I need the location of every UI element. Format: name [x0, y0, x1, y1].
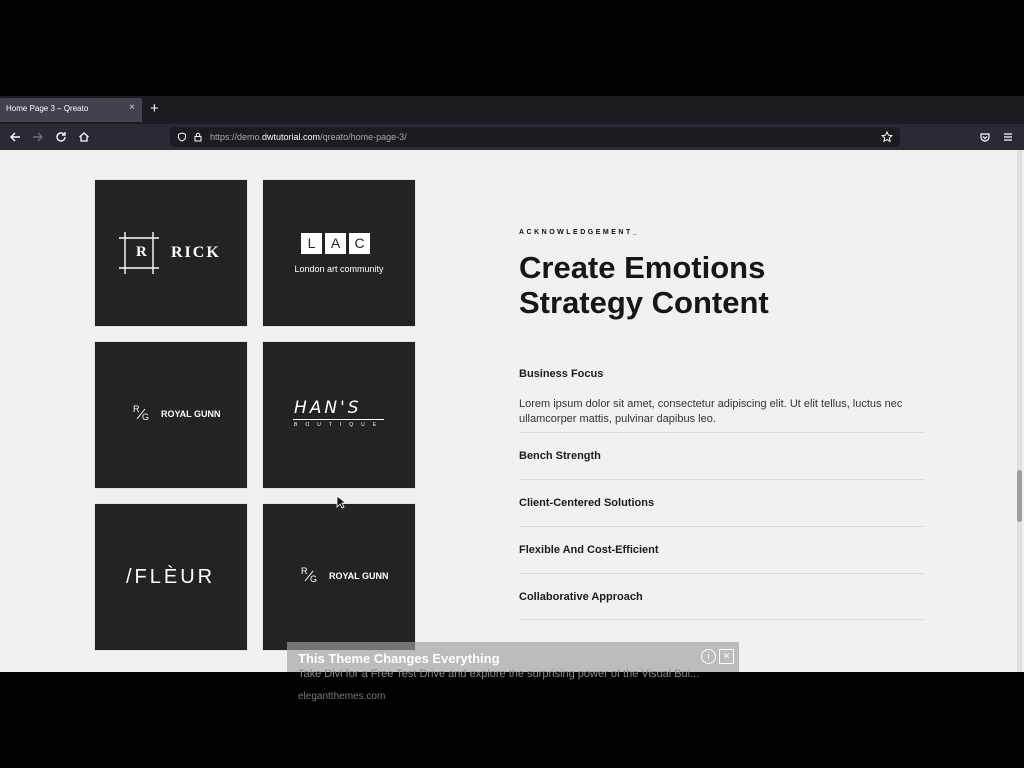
lac-logo-subtitle: London art community — [294, 264, 384, 274]
url-prefix: https://demo. — [210, 132, 263, 142]
home-button[interactable] — [75, 128, 93, 146]
fleur-logo-text: /FLÈUR — [126, 566, 216, 588]
nav-toolbar: https://demo.dwtutorial.com/qreato/home-… — [0, 124, 1024, 150]
client-logo-fleur[interactable]: /FLÈUR — [95, 504, 247, 650]
accordion-divider — [519, 479, 924, 480]
accordion-body-business-focus: Lorem ipsum dolor sit amet, consectetur … — [519, 398, 903, 425]
client-logo-hans[interactable]: HAN'S BOUTIQUE — [263, 342, 415, 488]
lac-letter-a: A — [325, 233, 346, 254]
royal-gunn-mark-g: G — [142, 412, 150, 422]
ad-description[interactable]: Take Divi for a Free Test Drive and expl… — [298, 668, 738, 680]
pocket-icon — [980, 133, 990, 142]
new-tab-button[interactable]: + — [150, 100, 159, 118]
tab-close-icon[interactable]: × — [129, 102, 135, 113]
section-eyebrow: ACKNOWLEDGEMENT_ — [519, 229, 640, 236]
url-path: /qreato/home-page-3/ — [320, 132, 407, 142]
hans-logo-subtitle: BOUTIQUE — [294, 422, 385, 428]
section-headline: Create Emotions Strategy Content — [519, 250, 939, 320]
client-logo-lac[interactable]: L A C London art community — [263, 180, 415, 326]
fleur-logo: /FLÈUR — [95, 504, 247, 650]
forward-arrow-icon — [33, 132, 43, 142]
accordion-title-flexible[interactable]: Flexible And Cost-Efficient — [519, 544, 659, 556]
shield-icon[interactable] — [177, 132, 187, 142]
rick-logo-text: RICK — [171, 244, 221, 261]
menu-button[interactable] — [999, 128, 1017, 146]
accordion-title-client-centered[interactable]: Client-Centered Solutions — [519, 497, 654, 509]
tab-title: Home Page 3 – Qreato — [6, 104, 89, 113]
royal-gunn-text: ROYAL GUNN — [161, 409, 221, 419]
client-logo-rick[interactable]: R RICK — [95, 180, 247, 326]
hans-logo-text: HAN'S — [294, 398, 362, 418]
address-bar[interactable]: https://demo.dwtutorial.com/qreato/home-… — [170, 127, 900, 147]
scrollbar-thumb[interactable] — [1017, 470, 1022, 522]
home-icon — [79, 132, 89, 142]
back-arrow-icon — [10, 132, 20, 142]
accordion-divider — [519, 432, 924, 433]
client-logo-royal-gunn[interactable]: R G ROYAL GUNN — [95, 342, 247, 488]
hans-logo-rule — [293, 419, 384, 420]
royal-gunn-logo-2: R G ROYAL GUNN — [263, 504, 415, 650]
headline-line-1: Create Emotions — [519, 250, 766, 285]
accordion-title-bench-strength[interactable]: Bench Strength — [519, 450, 601, 462]
ad-title[interactable]: This Theme Changes Everything — [298, 651, 500, 666]
pocket-button[interactable] — [976, 128, 994, 146]
lac-letter-boxes: L A C — [301, 233, 370, 254]
lac-letter-l: L — [301, 233, 322, 254]
bookmark-star-icon[interactable] — [881, 131, 893, 143]
reload-icon — [56, 132, 66, 142]
mouse-cursor-icon — [336, 495, 346, 509]
tab-bar: Home Page 3 – Qreato × + — [0, 96, 1024, 124]
accordion-title-business-focus[interactable]: Business Focus — [519, 368, 603, 380]
accordion-divider — [519, 573, 924, 574]
accordion-divider — [519, 526, 924, 527]
tab-home-page-3[interactable]: Home Page 3 – Qreato × — [0, 98, 142, 122]
page-scrollbar[interactable] — [1017, 150, 1022, 672]
back-button[interactable] — [6, 128, 24, 146]
client-logo-royal-gunn-2[interactable]: R G ROYAL GUNN — [263, 504, 415, 650]
hans-logo: HAN'S BOUTIQUE — [263, 342, 415, 488]
ad-info-icon[interactable]: i — [701, 649, 716, 664]
lock-icon[interactable] — [193, 132, 203, 142]
royal-gunn-mark-g-2: G — [310, 574, 318, 584]
reload-button[interactable] — [52, 128, 70, 146]
ad-close-icon[interactable]: ✕ — [719, 649, 734, 664]
royal-gunn-logo: R G ROYAL GUNN — [95, 342, 247, 488]
url-domain: dwtutorial.com — [262, 132, 321, 142]
url-text[interactable]: https://demo.dwtutorial.com/qreato/home-… — [210, 132, 407, 142]
accordion-divider — [519, 619, 924, 620]
hamburger-menu-icon — [1004, 133, 1012, 141]
rick-logo-mark-letter: R — [136, 244, 147, 260]
lac-logo: L A C London art community — [263, 180, 415, 326]
ad-site[interactable]: elegantthemes.com — [298, 691, 385, 702]
ad-controls: i ✕ — [701, 649, 734, 664]
headline-line-2: Strategy Content — [519, 285, 769, 320]
lac-letter-c: C — [349, 233, 370, 254]
browser-window: Home Page 3 – Qreato × + https://demo.dw… — [0, 96, 1024, 672]
page-content: R RICK L A C London art community R G RO… — [0, 150, 1024, 672]
royal-gunn-text-2: ROYAL GUNN — [329, 571, 389, 581]
forward-button[interactable] — [29, 128, 47, 146]
accordion-title-collaborative[interactable]: Collaborative Approach — [519, 591, 643, 603]
rick-logo: R RICK — [95, 180, 247, 326]
